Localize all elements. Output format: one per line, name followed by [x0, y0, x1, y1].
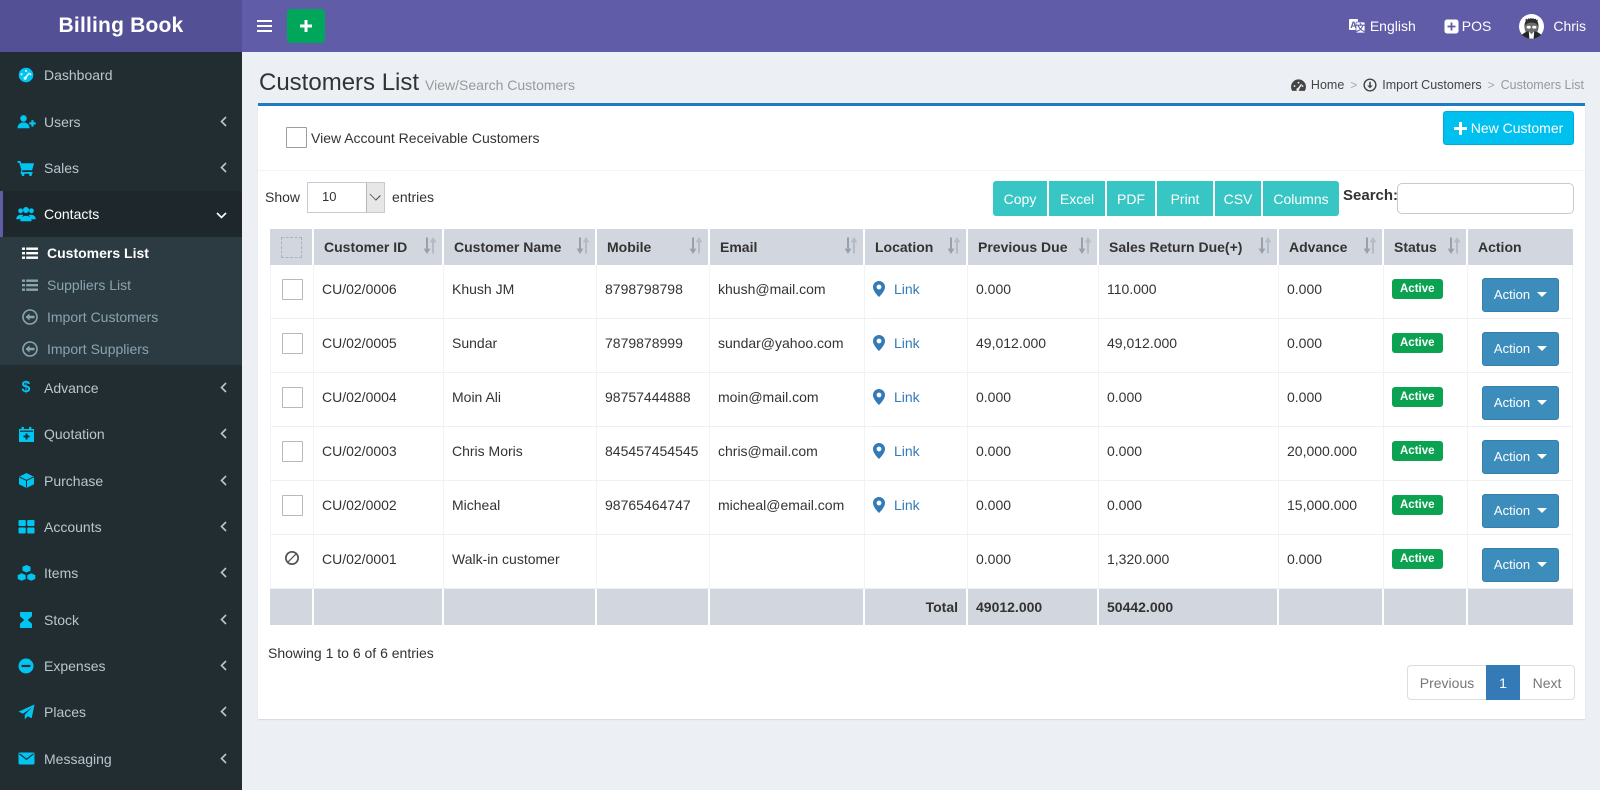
svg-text:文: 文	[1355, 22, 1366, 33]
